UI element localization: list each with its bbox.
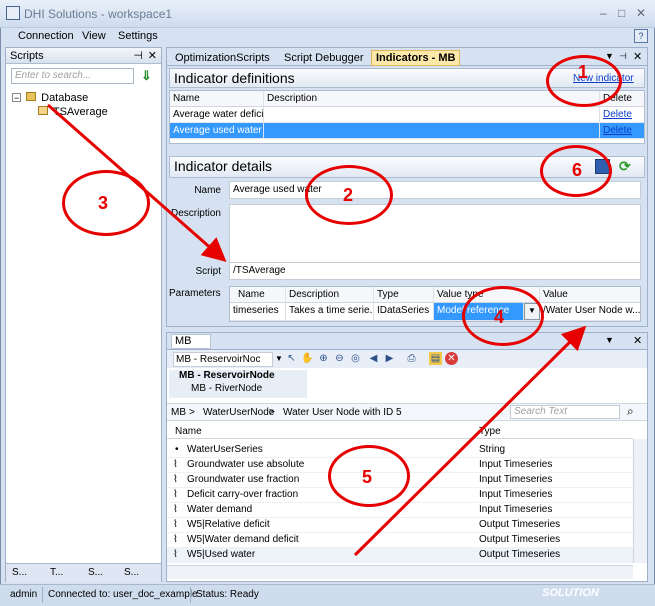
arrow-tree-to-script xyxy=(47,103,227,262)
annotation-arrows xyxy=(47,103,587,557)
arrow-list-to-value xyxy=(353,325,587,557)
